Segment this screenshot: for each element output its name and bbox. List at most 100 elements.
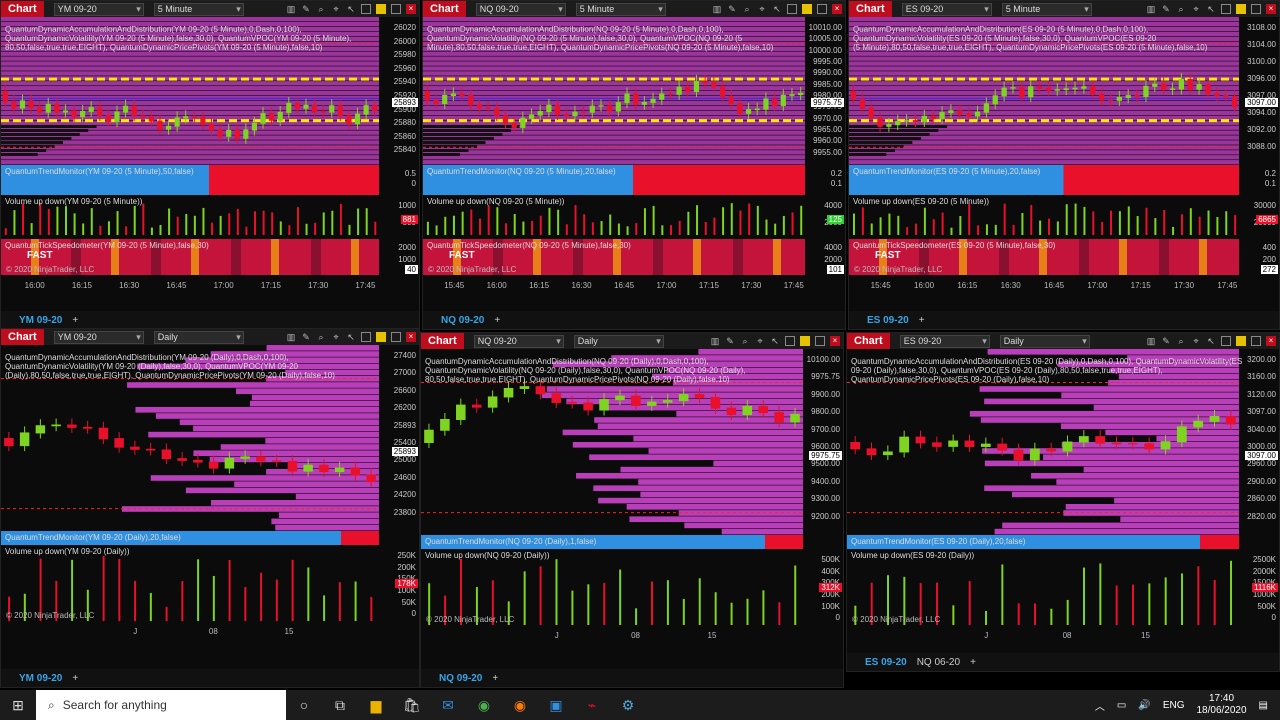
minimize-icon[interactable] — [802, 4, 812, 14]
minimize-icon[interactable] — [376, 4, 386, 14]
settings-icon[interactable]: ⚙ — [610, 697, 646, 714]
add-tab-icon[interactable]: + — [919, 315, 925, 326]
close-icon[interactable]: × — [1266, 336, 1276, 346]
chart-window-nq5[interactable]: Chart NQ 09-20 5 Minute ▥ ✎ ⌕ ⌖ ↖ × QuantumDynami… — [422, 0, 846, 330]
maximize-icon[interactable] — [391, 332, 401, 342]
crosshair-icon[interactable]: ⌖ — [331, 332, 341, 342]
app-icon[interactable]: ▣ — [538, 697, 574, 714]
zoom-icon[interactable]: ⌕ — [742, 4, 752, 14]
maximize-icon[interactable] — [1251, 336, 1261, 346]
period-select[interactable]: 5 Minute — [1001, 2, 1092, 16]
period-select[interactable]: 5 Minute — [575, 2, 666, 16]
window-btn-icon[interactable] — [361, 4, 371, 14]
ninjatrader-icon[interactable]: ⌁ — [574, 697, 610, 714]
maximize-icon[interactable] — [391, 4, 401, 14]
pointer-icon[interactable]: ↖ — [346, 332, 356, 342]
tab-ymd[interactable]: YM 09-20 — [19, 673, 62, 684]
crosshair-icon[interactable]: ⌖ — [331, 4, 341, 14]
chrome-icon[interactable]: ◉ — [466, 697, 502, 714]
bar-type-icon[interactable]: ▥ — [712, 4, 722, 14]
chart-window-ym5[interactable]: Chart YM 09-20 5 Minute ▥ ✎ ⌕ ⌖ ↖ × QuantumDynami… — [0, 0, 420, 330]
bar-type-icon[interactable]: ▥ — [286, 4, 296, 14]
drawing-tool-icon[interactable]: ✎ — [1161, 4, 1171, 14]
close-icon[interactable]: × — [406, 4, 416, 14]
close-icon[interactable]: × — [1266, 4, 1276, 14]
task-view-icon[interactable]: ⧉ — [322, 697, 358, 714]
pointer-icon[interactable]: ↖ — [1206, 336, 1216, 346]
drawing-tool-icon[interactable]: ✎ — [727, 4, 737, 14]
add-tab-icon[interactable]: + — [494, 315, 500, 326]
zoom-icon[interactable]: ⌕ — [316, 4, 326, 14]
zoom-icon[interactable]: ⌕ — [740, 336, 750, 346]
zoom-icon[interactable]: ⌕ — [1176, 336, 1186, 346]
maximize-icon[interactable] — [815, 336, 825, 346]
bar-type-icon[interactable]: ▥ — [1146, 336, 1156, 346]
window-btn-icon[interactable] — [787, 4, 797, 14]
maximize-icon[interactable] — [1251, 4, 1261, 14]
notification-icon[interactable]: ▤ — [1259, 700, 1268, 711]
instrument-select[interactable]: YM 09-20 — [53, 330, 144, 344]
close-icon[interactable]: × — [830, 336, 840, 346]
crosshair-icon[interactable]: ⌖ — [757, 4, 767, 14]
volume-pane[interactable] — [423, 201, 805, 235]
drawing-tool-icon[interactable]: ✎ — [1161, 336, 1171, 346]
drawing-tool-icon[interactable]: ✎ — [301, 4, 311, 14]
network-icon[interactable]: ▭ — [1117, 700, 1126, 711]
crosshair-icon[interactable]: ⌖ — [755, 336, 765, 346]
chart-window-nqd[interactable]: Chart NQ 09-20 Daily ▥ ✎ ⌕ ⌖ ↖ × QuantumDynamicAc… — [420, 332, 844, 688]
minimize-icon[interactable] — [1236, 4, 1246, 14]
instrument-select[interactable]: NQ 09-20 — [473, 334, 564, 348]
window-btn-icon[interactable] — [361, 332, 371, 342]
add-tab-icon[interactable]: + — [970, 657, 976, 668]
chart-window-ymd[interactable]: Chart YM 09-20 Daily ▥ ✎ ⌕ ⌖ ↖ × QuantumDynamicAc… — [0, 328, 420, 688]
instrument-select[interactable]: ES 09-20 — [901, 2, 992, 16]
chevron-up-icon[interactable]: ︿ — [1095, 698, 1105, 713]
window-btn-icon[interactable] — [1221, 4, 1231, 14]
taskbar-search[interactable]: ⌕ Search for anything — [36, 690, 286, 720]
mail-icon[interactable]: ✉ — [430, 697, 466, 714]
pointer-icon[interactable]: ↖ — [770, 336, 780, 346]
minimize-icon[interactable] — [376, 332, 386, 342]
add-tab-icon[interactable]: + — [72, 673, 78, 684]
period-select[interactable]: Daily — [999, 334, 1090, 348]
zoom-icon[interactable]: ⌕ — [1176, 4, 1186, 14]
close-icon[interactable]: × — [832, 4, 842, 14]
add-tab-icon[interactable]: + — [72, 315, 78, 326]
zoom-icon[interactable]: ⌕ — [316, 332, 326, 342]
period-select[interactable]: 5 Minute — [153, 2, 244, 16]
pointer-icon[interactable]: ↖ — [772, 4, 782, 14]
crosshair-icon[interactable]: ⌖ — [1191, 336, 1201, 346]
cortana-icon[interactable]: ○ — [286, 697, 322, 713]
tab-nq0620[interactable]: NQ 06-20 — [917, 657, 960, 668]
drawing-tool-icon[interactable]: ✎ — [725, 336, 735, 346]
drawing-tool-icon[interactable]: ✎ — [301, 332, 311, 342]
chart-window-es5[interactable]: Chart ES 09-20 5 Minute ▥ ✎ ⌕ ⌖ ↖ × QuantumDynami… — [848, 0, 1280, 330]
language-indicator[interactable]: ENG — [1163, 700, 1185, 711]
period-select[interactable]: Daily — [573, 334, 664, 348]
period-select[interactable]: Daily — [153, 330, 244, 344]
minimize-icon[interactable] — [1236, 336, 1246, 346]
volume-pane[interactable] — [849, 201, 1239, 235]
crosshair-icon[interactable]: ⌖ — [1191, 4, 1201, 14]
tab-nq5[interactable]: NQ 09-20 — [441, 315, 484, 326]
bar-type-icon[interactable]: ▥ — [1146, 4, 1156, 14]
volume-pane[interactable] — [1, 201, 379, 235]
maximize-icon[interactable] — [817, 4, 827, 14]
file-explorer-icon[interactable]: ▆ — [358, 697, 394, 714]
pointer-icon[interactable]: ↖ — [1206, 4, 1216, 14]
close-icon[interactable]: × — [406, 332, 416, 342]
windows-start-icon[interactable]: ⊞ — [0, 697, 36, 714]
volume-icon[interactable]: 🔊 — [1138, 700, 1150, 711]
bar-type-icon[interactable]: ▥ — [286, 332, 296, 342]
add-tab-icon[interactable]: + — [492, 673, 498, 684]
tab-nqd[interactable]: NQ 09-20 — [439, 673, 482, 684]
instrument-select[interactable]: YM 09-20 — [53, 2, 144, 16]
clock[interactable]: 17:40 18/06/2020 — [1196, 693, 1246, 717]
tab-es5[interactable]: ES 09-20 — [867, 315, 909, 326]
firefox-icon[interactable]: ◉ — [502, 697, 538, 714]
window-btn-icon[interactable] — [785, 336, 795, 346]
pointer-icon[interactable]: ↖ — [346, 4, 356, 14]
tab-ym5[interactable]: YM 09-20 — [19, 315, 62, 326]
chart-window-esd[interactable]: Chart ES 09-20 Daily ▥ ✎ ⌕ ⌖ ↖ × QuantumDynamicAc… — [846, 332, 1280, 672]
store-icon[interactable]: 🛍 — [394, 697, 430, 714]
